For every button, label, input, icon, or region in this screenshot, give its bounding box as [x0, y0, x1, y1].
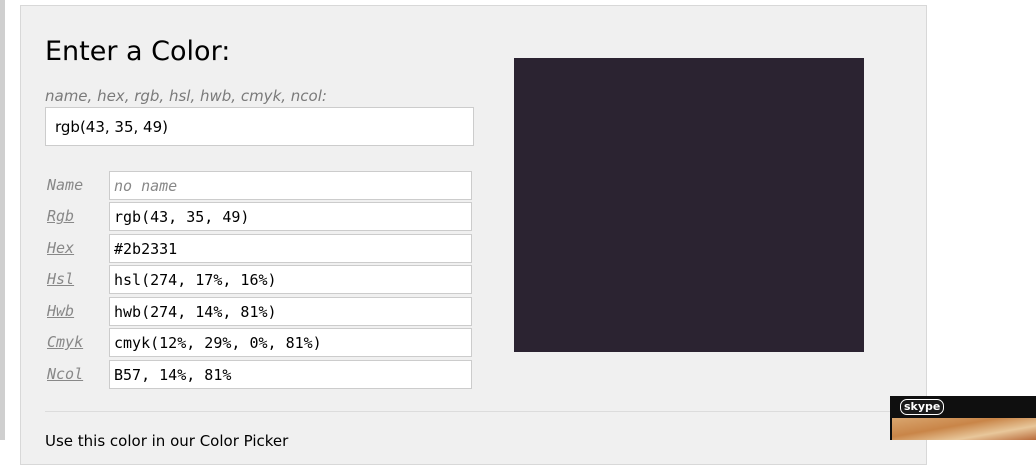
input-hint: name, hex, rgb, hsl, hwb, cmyk, ncol:: [45, 87, 327, 105]
cmyk-field[interactable]: [109, 328, 472, 357]
color-swatch: [514, 58, 864, 352]
skype-widget[interactable]: skype: [890, 396, 1036, 440]
rgb-link[interactable]: Rgb: [47, 202, 107, 230]
name-field[interactable]: [109, 171, 472, 200]
hsl-link[interactable]: Hsl: [47, 265, 107, 293]
hex-field[interactable]: [109, 234, 472, 263]
hwb-field[interactable]: [109, 297, 472, 326]
color-input[interactable]: [45, 107, 474, 146]
name-label: Name: [47, 176, 84, 194]
page-title: Enter a Color:: [45, 36, 231, 67]
ncol-link[interactable]: Ncol: [47, 360, 107, 388]
color-picker-link-text[interactable]: Use this color in our Color Picker: [45, 432, 288, 450]
hwb-link[interactable]: Hwb: [47, 297, 107, 325]
hex-link[interactable]: Hex: [47, 234, 107, 262]
rgb-field[interactable]: [109, 202, 472, 231]
skype-logo-icon: skype: [900, 399, 945, 415]
hsl-field[interactable]: [109, 265, 472, 294]
cmyk-link[interactable]: Cmyk: [47, 328, 107, 356]
video-thumbnail[interactable]: [892, 418, 1036, 440]
divider: [45, 411, 905, 412]
ncol-field[interactable]: [109, 360, 472, 389]
left-edge-rule: [0, 0, 5, 440]
